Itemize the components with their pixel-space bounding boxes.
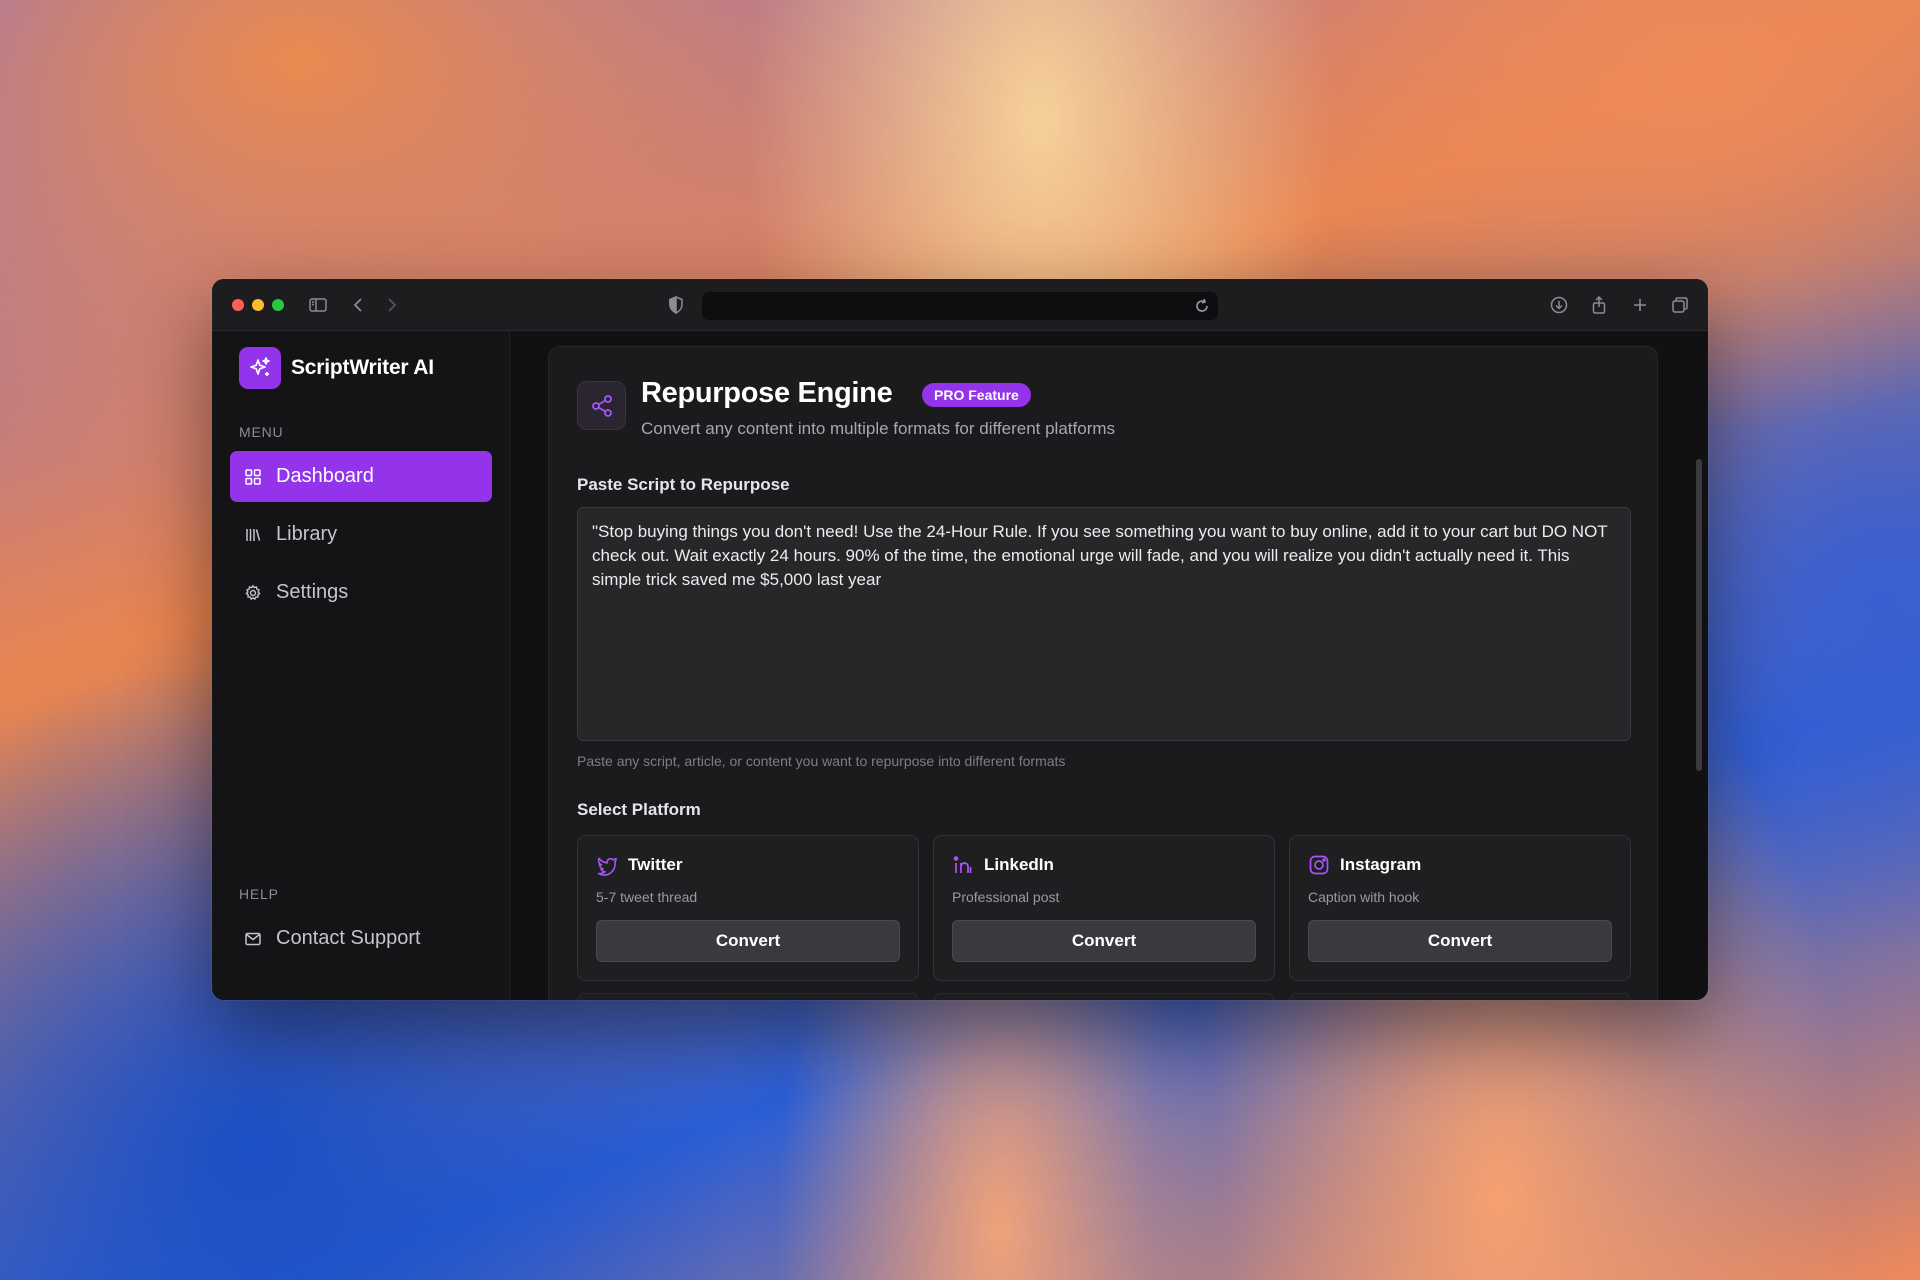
sparkles-logo-icon (239, 347, 281, 389)
main-content: Repurpose Engine PRO Feature Convert any… (511, 331, 1708, 1000)
sidebar-item-label: Library (276, 523, 338, 545)
page-subtitle: Convert any content into multiple format… (641, 419, 1116, 438)
grid-icon (245, 468, 261, 485)
platform-description: Caption with hook (1308, 889, 1420, 905)
close-window-button[interactable] (232, 299, 244, 311)
forward-icon[interactable] (379, 293, 403, 317)
script-helper-text: Paste any script, article, or content yo… (577, 753, 1066, 769)
share-icon[interactable] (1587, 293, 1611, 317)
maximize-window-button[interactable] (272, 299, 284, 311)
reload-icon[interactable] (1192, 296, 1212, 316)
browser-toolbar (212, 279, 1708, 331)
tab-overview-icon[interactable] (1668, 293, 1692, 317)
repurpose-card: Repurpose Engine PRO Feature Convert any… (548, 346, 1658, 1000)
app-name: ScriptWriter AI (291, 356, 434, 379)
sidebar: ScriptWriter AI MENU Dashboard Library S… (212, 331, 510, 1000)
linkedin-icon (953, 856, 972, 873)
convert-linkedin-button[interactable]: Convert (952, 920, 1256, 962)
platform-description: 5-7 tweet thread (596, 889, 698, 905)
twitter-icon (597, 857, 617, 876)
minimize-window-button[interactable] (252, 299, 264, 311)
platform-name: LinkedIn (984, 855, 1054, 874)
sidebar-item-label: Contact Support (276, 927, 421, 949)
menu-section-label: MENU (239, 424, 284, 440)
sidebar-item-contact-support[interactable]: Contact Support (230, 913, 492, 964)
platform-name: Instagram (1340, 855, 1422, 874)
sidebar-item-settings[interactable]: Settings (230, 567, 492, 618)
address-bar[interactable] (702, 292, 1218, 320)
downloads-icon[interactable] (1547, 293, 1571, 317)
library-icon (246, 528, 261, 541)
platform-card-partial[interactable] (1289, 993, 1631, 1000)
platform-name: Twitter (628, 855, 683, 874)
instagram-icon (1309, 855, 1329, 875)
mail-icon (245, 932, 261, 945)
convert-instagram-button[interactable]: Convert (1308, 920, 1612, 962)
platform-card-twitter[interactable]: Twitter 5-7 tweet thread Convert (577, 835, 919, 981)
platform-card-partial[interactable] (577, 993, 919, 1000)
privacy-shield-icon[interactable] (664, 293, 688, 317)
gear-icon (245, 584, 261, 600)
page-title: Repurpose Engine (641, 377, 893, 409)
sidebar-item-dashboard[interactable]: Dashboard (230, 451, 492, 502)
convert-twitter-button[interactable]: Convert (596, 920, 900, 962)
share-nodes-icon (577, 381, 626, 430)
scrollbar[interactable] (1696, 459, 1702, 771)
platform-description: Professional post (952, 889, 1060, 905)
brand[interactable]: ScriptWriter AI (239, 347, 434, 389)
sidebar-item-label: Settings (276, 581, 349, 603)
browser-window: ScriptWriter AI MENU Dashboard Library S… (212, 279, 1708, 1000)
platform-card-instagram[interactable]: Instagram Caption with hook Convert (1289, 835, 1631, 981)
sidebar-toggle-icon[interactable] (306, 293, 330, 317)
sidebar-item-library[interactable]: Library (230, 509, 492, 560)
pro-feature-badge: PRO Feature (922, 383, 1031, 407)
new-tab-icon[interactable] (1628, 293, 1652, 317)
script-input-label: Paste Script to Repurpose (577, 475, 790, 494)
script-textarea[interactable]: "Stop buying things you don't need! Use … (577, 507, 1631, 741)
platform-select-label: Select Platform (577, 800, 701, 819)
platform-card-partial[interactable] (933, 993, 1275, 1000)
platform-card-linkedin[interactable]: LinkedIn Professional post Convert (933, 835, 1275, 981)
sidebar-item-label: Dashboard (276, 465, 374, 487)
back-icon[interactable] (347, 293, 371, 317)
help-section-label: HELP (239, 886, 279, 902)
